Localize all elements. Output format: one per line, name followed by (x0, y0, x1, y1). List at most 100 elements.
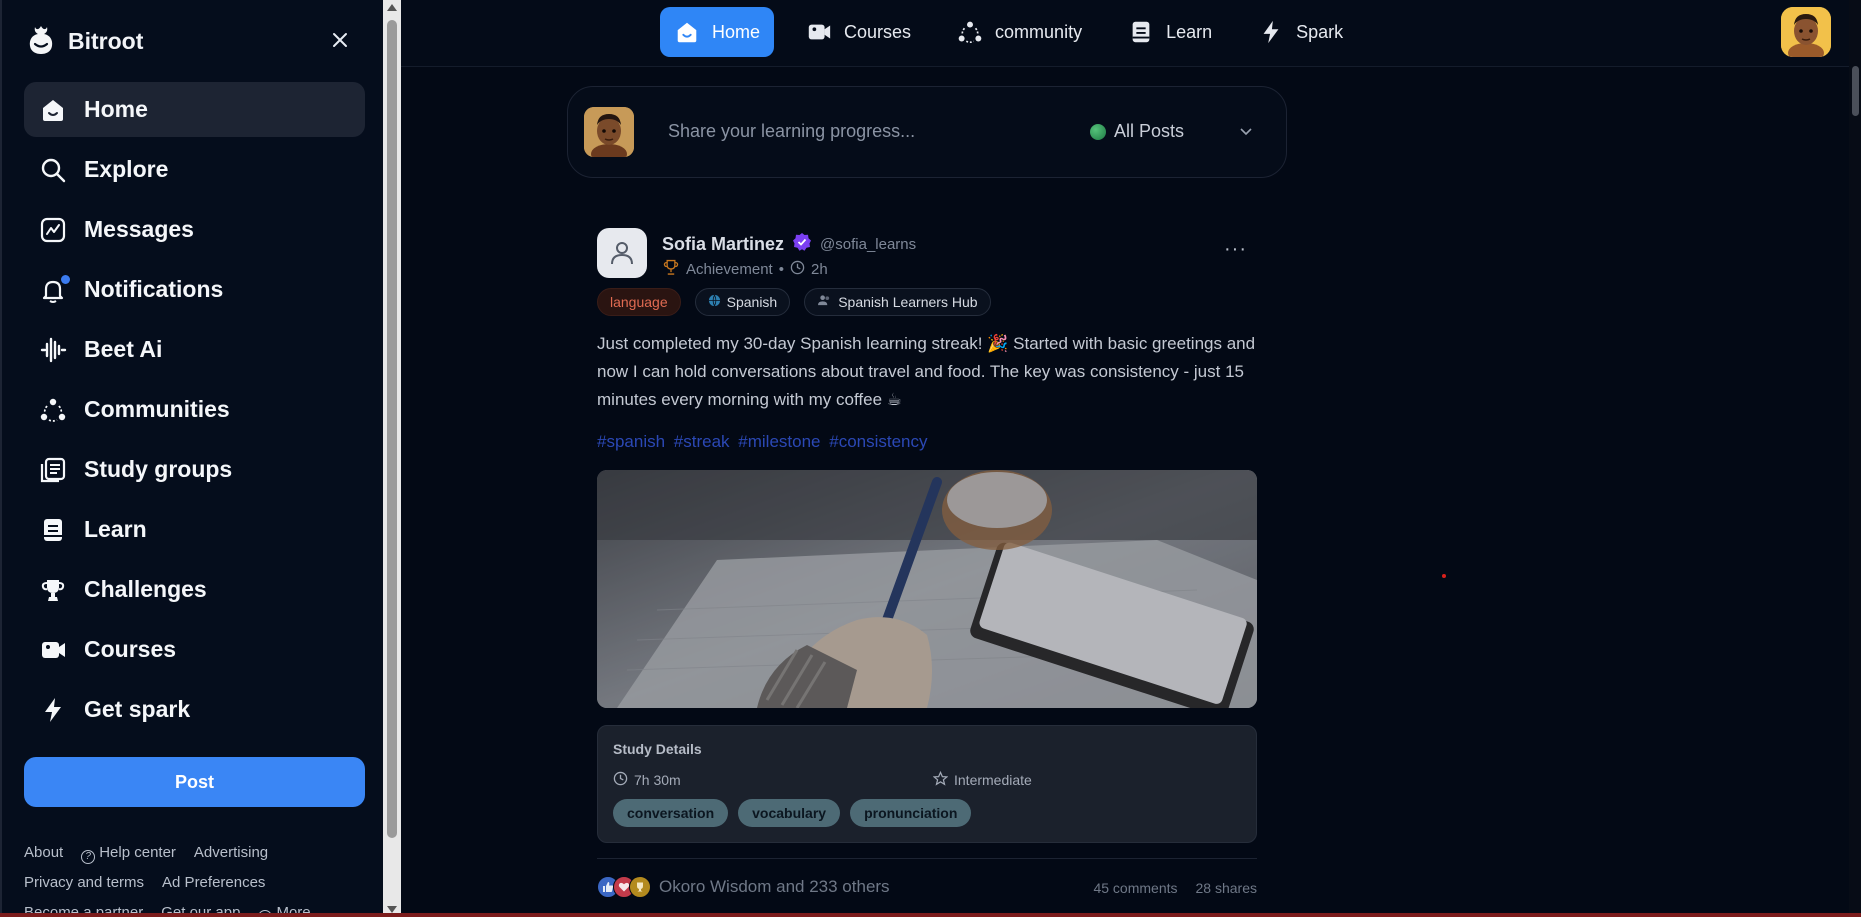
sidebar-item-label: Study groups (84, 456, 233, 482)
footer-link-help[interactable]: ? Help center (81, 838, 176, 868)
footer-link-ad-preferences[interactable]: Ad Preferences (162, 868, 265, 898)
help-icon: ? (81, 850, 96, 864)
skill-chip[interactable]: vocabulary (738, 799, 841, 827)
communities-icon (957, 19, 983, 45)
topnav-community[interactable]: community (943, 7, 1096, 57)
clock-icon (790, 260, 805, 279)
skill-chip[interactable]: conversation (613, 799, 729, 827)
tag-spanish[interactable]: Spanish (694, 288, 791, 316)
sidebar-item-label: Notifications (84, 276, 224, 302)
sidebar-item-label: Explore (84, 156, 169, 182)
sidebar-item-beet-ai[interactable]: Beet Ai (24, 322, 365, 377)
level-value: Intermediate (954, 772, 1032, 788)
sidebar-nav: Home Explore Messages Notifications Beet… (24, 82, 365, 742)
video-icon (806, 19, 832, 45)
composer-input[interactable]: Share your learning progress... (668, 121, 915, 142)
topnav-label: Learn (1166, 21, 1213, 42)
main-scrollbar[interactable] (1849, 0, 1861, 917)
post-image[interactable] (597, 470, 1257, 708)
post-reactions[interactable]: Okoro Wisdom and 233 others (597, 876, 890, 898)
trophy-icon (38, 575, 68, 605)
tag-language[interactable]: language (597, 288, 681, 316)
skill-chip[interactable]: pronunciation (850, 799, 972, 827)
video-icon (38, 635, 68, 665)
topnav-learn[interactable]: Learn (1114, 7, 1226, 57)
post-options-button[interactable]: ··· (1224, 238, 1247, 261)
topnav-home[interactable]: Home (660, 7, 775, 57)
comments-count[interactable]: 45 comments (1093, 880, 1177, 896)
bell-icon (38, 274, 70, 305)
learn-icon (38, 515, 68, 545)
shares-count[interactable]: 28 shares (1196, 880, 1257, 896)
communities-icon (38, 395, 68, 425)
footer-links: About ? Help center Advertising Privacy a… (24, 838, 344, 917)
brand-name: Bitroot (68, 28, 144, 54)
study-groups-icon (38, 455, 68, 485)
topnav-label: Spark (1296, 21, 1344, 42)
author-name[interactable]: Sofia Martinez (662, 234, 784, 255)
sidebar-item-learn[interactable]: Learn (24, 502, 365, 557)
trophy-icon (629, 876, 651, 898)
help-label: Help center (99, 844, 176, 861)
dot-separator: • (778, 260, 784, 278)
sidebar-item-label: Learn (84, 516, 147, 542)
scroll-down-arrow-icon[interactable] (387, 906, 397, 913)
sidebar-item-label: Beet Ai (84, 336, 163, 362)
sidebar-item-label: Courses (84, 636, 177, 662)
brand[interactable]: Bitroot (24, 22, 143, 61)
tag-label: Spanish Learners Hub (838, 294, 978, 310)
top-navbar: Home Courses community Learn Spark (401, 0, 1849, 67)
sidebar: Bitroot Home Explore Messages Notificati… (0, 0, 383, 917)
sidebar-item-study-groups[interactable]: Study groups (24, 442, 365, 497)
sidebar-item-notifications[interactable]: Notifications (24, 262, 365, 317)
more-horizontal-icon: ··· (1224, 238, 1247, 260)
footer-link-advertising[interactable]: Advertising (194, 838, 268, 868)
author-handle[interactable]: @sofia_learns (820, 236, 916, 253)
messages-icon (38, 215, 68, 245)
footer-link-privacy[interactable]: Privacy and terms (24, 868, 144, 898)
user-avatar[interactable] (1781, 7, 1831, 57)
hashtag-link[interactable]: #spanish (597, 432, 665, 451)
scrollbar-thumb[interactable] (387, 20, 397, 838)
clock-icon (613, 771, 628, 789)
sidebar-scrollbar[interactable] (383, 0, 401, 917)
user-placeholder-icon (611, 242, 633, 265)
filter-dropdown[interactable] (1238, 123, 1254, 144)
footer-link-about[interactable]: About (24, 838, 63, 868)
post-composer: Share your learning progress... All Post… (567, 86, 1287, 178)
hashtag-link[interactable]: #consistency (829, 432, 927, 451)
post-meta: Achievement • 2h (662, 258, 828, 280)
search-icon (38, 155, 68, 185)
topnav-spark[interactable]: Spark (1244, 7, 1357, 57)
sidebar-item-messages[interactable]: Messages (24, 202, 365, 257)
post-type: Achievement (686, 260, 773, 278)
topnav-courses[interactable]: Courses (792, 7, 925, 57)
sidebar-item-challenges[interactable]: Challenges (24, 562, 365, 617)
scroll-up-arrow-icon[interactable] (387, 4, 397, 11)
sidebar-item-get-spark[interactable]: Get spark (24, 682, 365, 737)
post-counts: 45 comments 28 shares (1093, 880, 1257, 896)
sidebar-item-home[interactable]: Home (24, 82, 365, 137)
skill-chips: conversation vocabulary pronunciation (613, 799, 972, 827)
sidebar-item-courses[interactable]: Courses (24, 622, 365, 677)
close-icon (333, 33, 347, 47)
tag-label: language (610, 294, 668, 310)
scrollbar-thumb[interactable] (1852, 66, 1859, 116)
chevron-down-icon (1240, 128, 1252, 136)
topnav-label: Courses (844, 21, 912, 42)
tag-community[interactable]: Spanish Learners Hub (804, 288, 991, 316)
close-sidebar-button[interactable] (328, 28, 352, 52)
post-author-avatar[interactable] (597, 228, 647, 278)
sidebar-item-explore[interactable]: Explore (24, 142, 365, 197)
divider (597, 858, 1257, 859)
duration-value: 7h 30m (634, 772, 681, 788)
sidebar-item-communities[interactable]: Communities (24, 382, 365, 437)
lightning-icon (38, 695, 68, 725)
hashtag-link[interactable]: #streak (674, 432, 730, 451)
study-duration: 7h 30m (613, 771, 681, 789)
post-button[interactable]: Post (24, 757, 365, 807)
topnav-label: community (995, 21, 1083, 42)
hashtag-link[interactable]: #milestone (738, 432, 820, 451)
audience-filter[interactable]: All Posts (1090, 121, 1184, 142)
bottom-strip (0, 913, 1861, 917)
